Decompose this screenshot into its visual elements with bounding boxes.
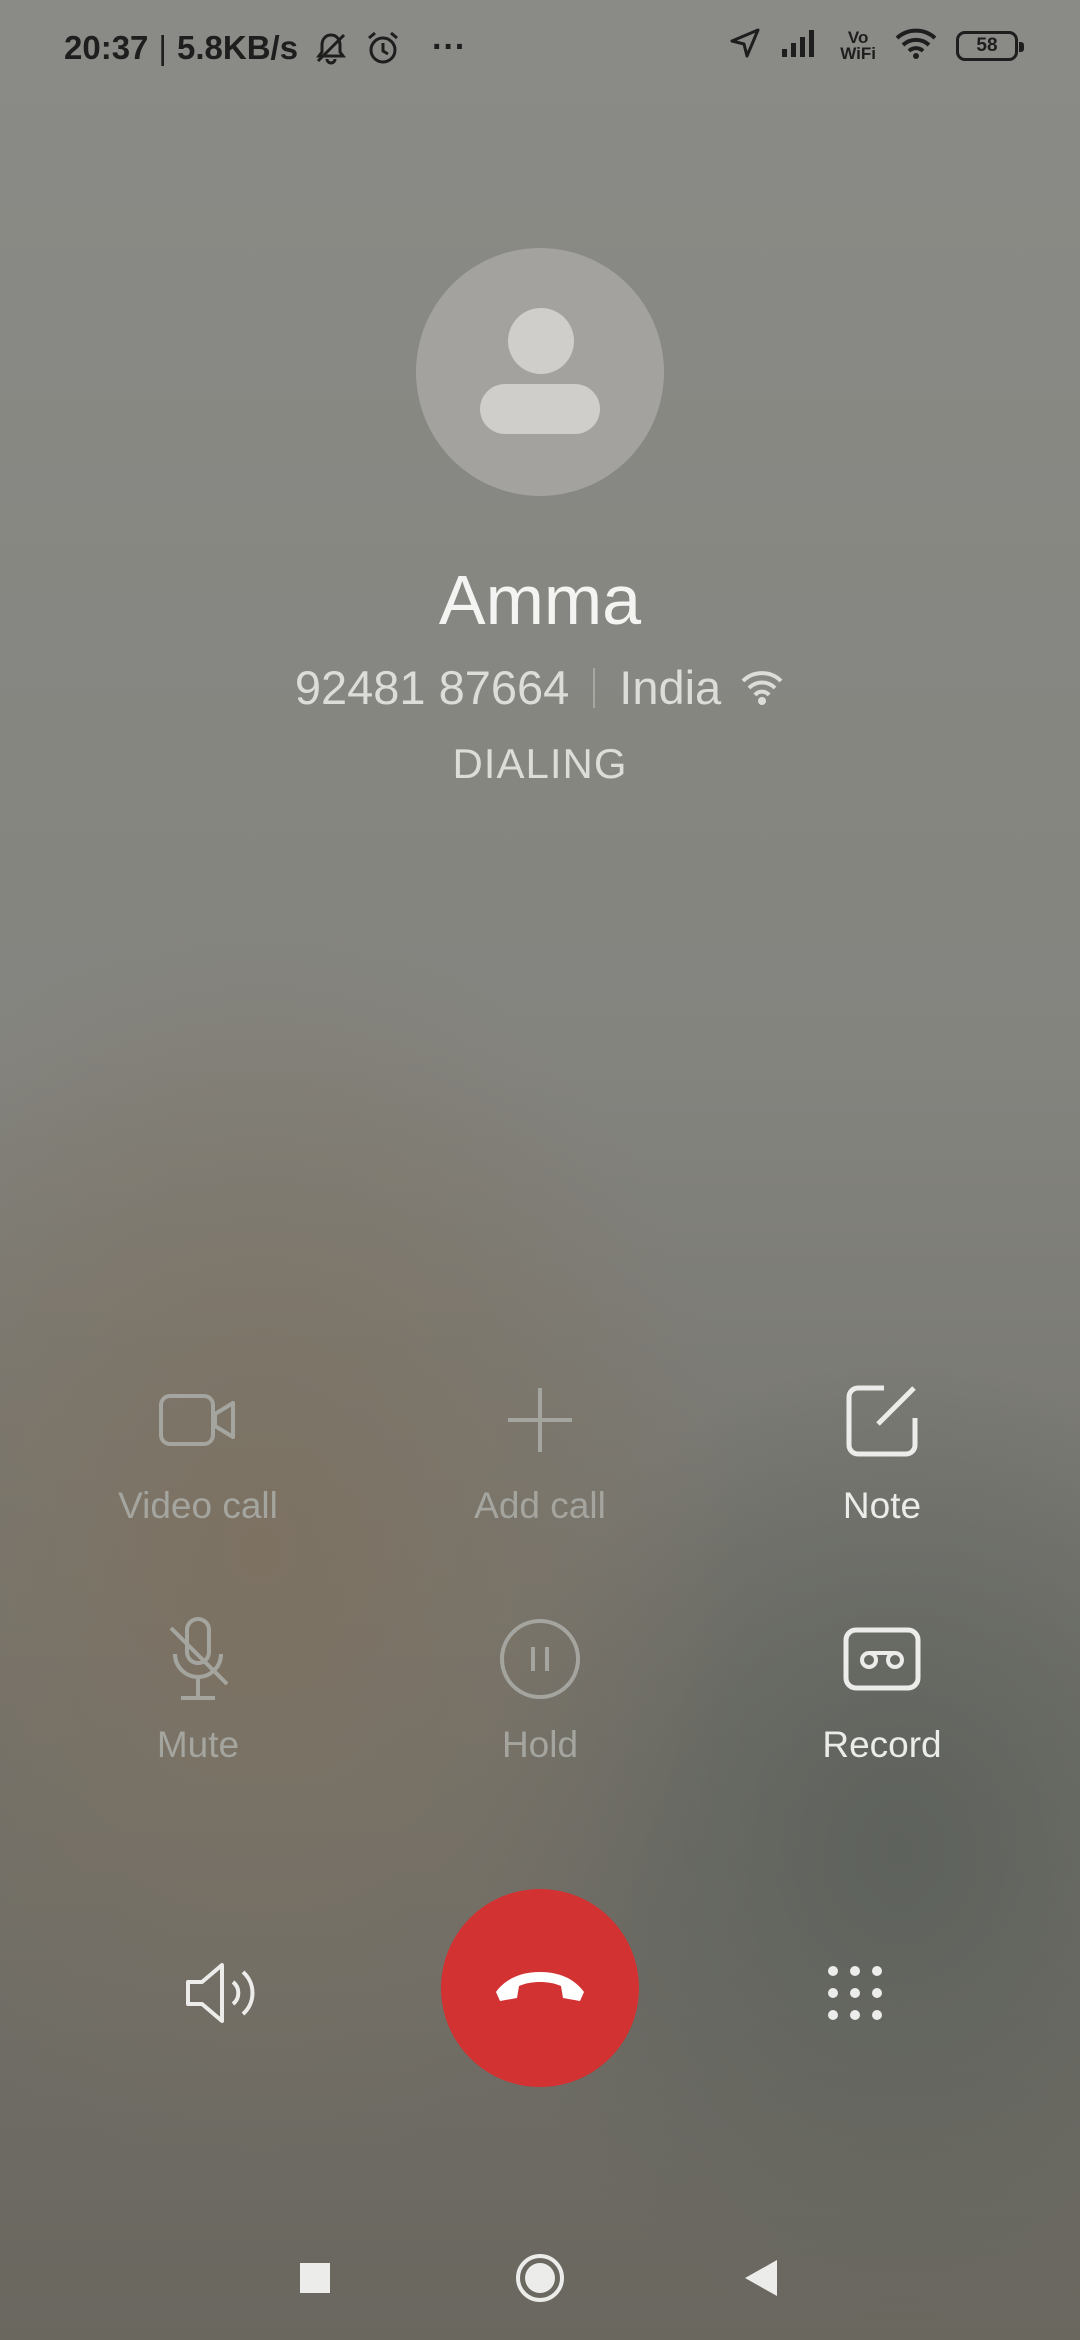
alarm-icon: [364, 29, 402, 67]
video-camera-icon: [48, 1375, 348, 1465]
mute-button[interactable]: Mute: [48, 1614, 348, 1766]
contact-name: Amma: [438, 561, 642, 639]
home-circle-icon: [513, 2251, 567, 2310]
record-label: Record: [822, 1724, 942, 1765]
pause-icon: [390, 1614, 690, 1704]
phone-hangup-icon: [490, 1966, 590, 2011]
bell-off-icon: [312, 29, 350, 67]
wifi-calling-icon: [739, 667, 785, 709]
end-call-button[interactable]: [441, 1889, 639, 2087]
vowifi-indicator: Vo WiFi: [840, 29, 876, 63]
network-speed: 5.8KB/s: [176, 28, 299, 66]
signal-icon: [780, 27, 822, 64]
speaker-icon: [183, 1958, 267, 2033]
more-notifications: ···: [432, 28, 467, 66]
navigation-bar: [0, 2230, 1080, 2320]
location-icon: [728, 26, 762, 65]
phone-number: 92481 87664: [294, 661, 570, 714]
add-call-label: Add call: [474, 1485, 606, 1526]
status-separator: |: [158, 28, 167, 66]
hold-label: Hold: [501, 1724, 579, 1765]
note-button[interactable]: Note: [732, 1375, 1032, 1527]
recents-square-icon: [298, 2261, 332, 2300]
clock: 20:37: [64, 28, 149, 66]
battery-icon: 58: [956, 30, 1024, 61]
recents-button[interactable]: [285, 2250, 345, 2310]
microphone-off-icon: [48, 1614, 348, 1704]
video-call-button[interactable]: Video call: [48, 1375, 348, 1527]
record-tape-icon: [732, 1614, 1032, 1704]
speaker-button[interactable]: [180, 1950, 270, 2040]
vowifi-line2: WiFi: [840, 43, 876, 63]
call-state: DIALING: [452, 740, 628, 787]
status-bar: 20:37 | 5.8KB/s ··· Vo WiFi 58: [0, 0, 1080, 100]
video-call-label: Video call: [118, 1485, 278, 1526]
dialpad-icon: [825, 1963, 885, 2028]
mute-label: Mute: [156, 1724, 240, 1765]
contact-avatar: [416, 248, 664, 496]
detail-divider: [593, 667, 596, 708]
add-call-button[interactable]: Add call: [390, 1375, 690, 1527]
avatar-body: [480, 384, 600, 434]
note-edit-icon: [732, 1375, 1032, 1465]
phone-region: India: [619, 661, 722, 714]
status-left: 20:37 | 5.8KB/s ···: [64, 28, 466, 67]
plus-icon: [390, 1375, 690, 1465]
wifi-icon: [894, 26, 938, 65]
status-right: Vo WiFi 58: [728, 26, 1024, 65]
record-button[interactable]: Record: [732, 1614, 1032, 1766]
home-button[interactable]: [510, 2250, 570, 2310]
hold-button[interactable]: Hold: [390, 1614, 690, 1766]
contact-details: 92481 87664 India: [0, 660, 1080, 715]
avatar-head: [508, 308, 574, 374]
dialpad-button[interactable]: [810, 1950, 900, 2040]
back-button[interactable]: [730, 2250, 790, 2310]
back-triangle-icon: [741, 2258, 779, 2303]
note-label: Note: [842, 1485, 922, 1526]
